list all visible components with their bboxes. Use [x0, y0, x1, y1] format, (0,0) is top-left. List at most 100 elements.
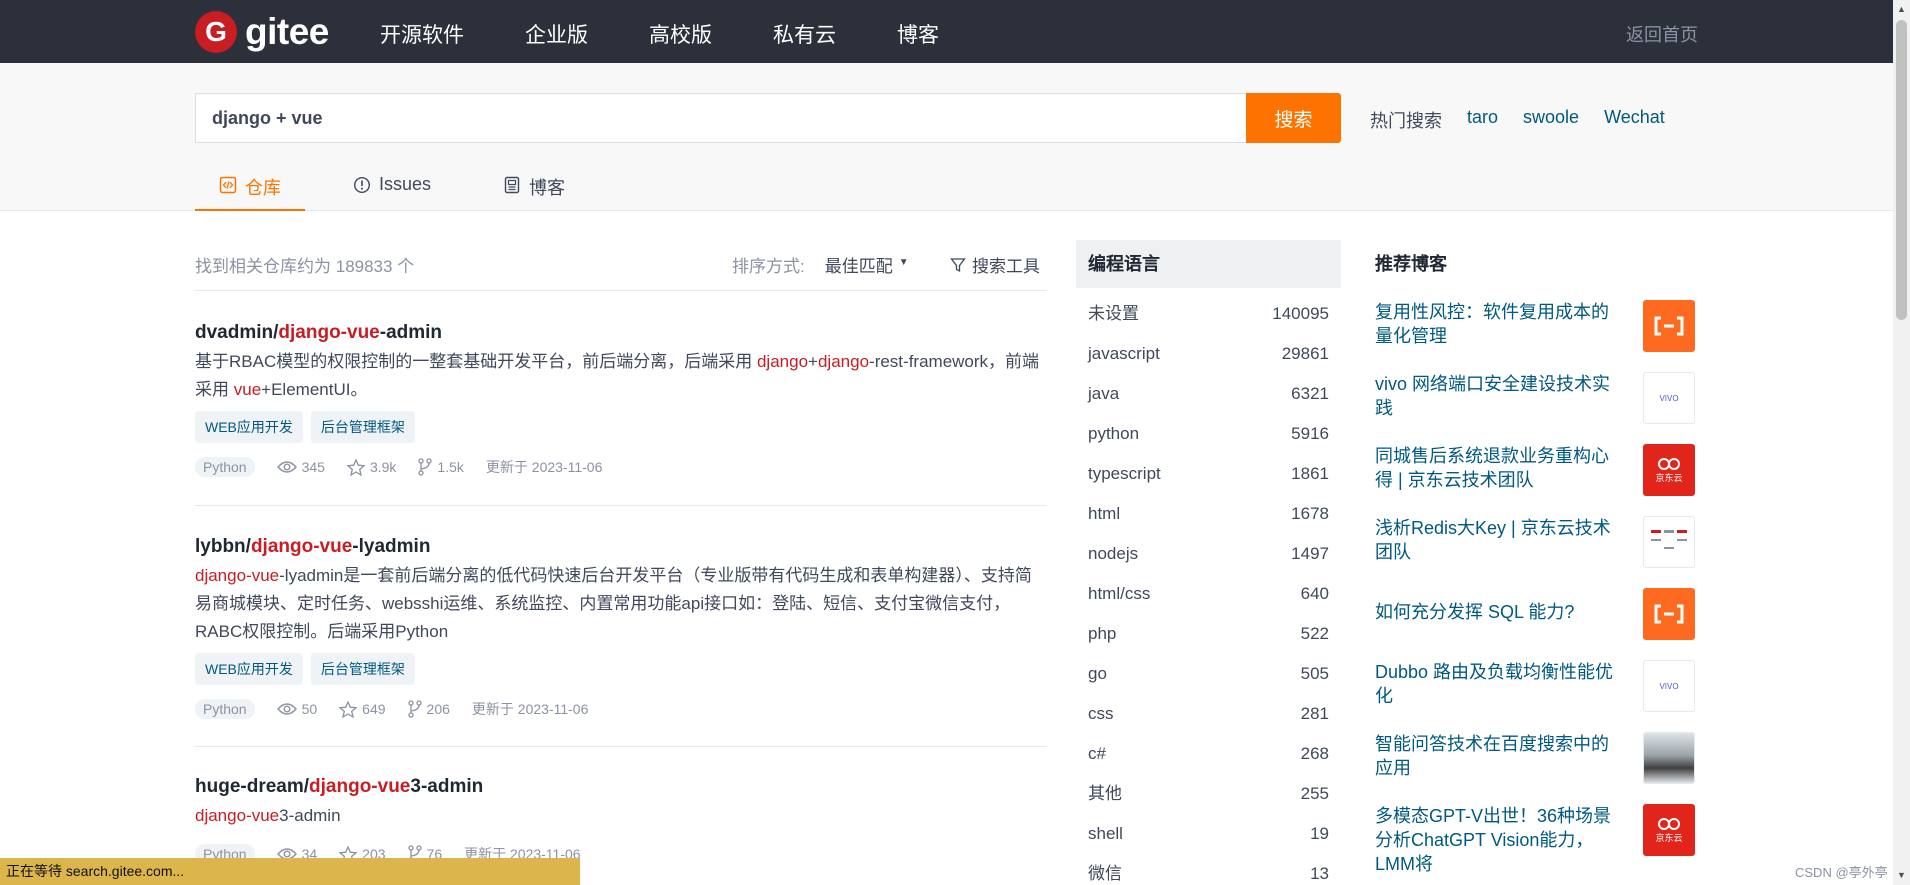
blog-thumbnail[interactable]: VIVO [1643, 660, 1695, 712]
repo-title-link[interactable]: lybbn/django-vue-lyadmin [195, 536, 1047, 560]
scroll-up-icon[interactable]: ▲ [1897, 4, 1906, 14]
scrollbar-thumb[interactable] [1896, 20, 1907, 320]
blog-link[interactable]: vivo 网络端口安全建设技术实践 [1375, 372, 1625, 424]
language-filter-panel: 编程语言 未设置 140095 javascript 29861 java 6321 … [1076, 240, 1341, 885]
star-count: 3.9k [369, 459, 397, 475]
language-filter-item[interactable]: go 505 [1076, 654, 1341, 694]
language-count: 5916 [1291, 424, 1329, 443]
hot-term-taro[interactable]: taro [1467, 107, 1498, 133]
language-filter-item[interactable]: nodejs 1497 [1076, 534, 1341, 574]
blog-link[interactable]: 同城售后系统退款业务重构心得 | 京东云技术团队 [1375, 444, 1625, 496]
sort-control: 排序方式: 最佳匹配 ▼ [732, 252, 909, 277]
blog-thumbnail[interactable]: VIVO [1643, 372, 1695, 424]
blog-link[interactable]: 浅析Redis大Key | 京东云技术团队 [1375, 516, 1625, 568]
desc-text: +ElementUI。 [261, 380, 368, 399]
language-filter-item[interactable]: shell 19 [1076, 814, 1341, 854]
language-filter-item[interactable]: html/css 640 [1076, 574, 1341, 614]
repo-title-link[interactable]: dvadmin/django-vue-admin [195, 322, 1047, 346]
language-filter-item[interactable]: css 281 [1076, 694, 1341, 734]
nav-private-cloud[interactable]: 私有云 [773, 19, 836, 49]
search-input[interactable]: django + vue [195, 93, 1247, 143]
language-name: 微信 [1088, 864, 1122, 883]
search-tools-button[interactable]: 搜索工具 [950, 252, 1040, 277]
repo-language[interactable]: Python [195, 699, 255, 719]
blog-link[interactable]: 多模态GPT-V出世！36种场景分析ChatGPT Vision能力，LMM将 [1375, 804, 1625, 876]
search-button[interactable]: 搜索 [1246, 93, 1341, 143]
tab-repositories[interactable]: 仓库 [195, 170, 305, 211]
blog-thumbnail[interactable]: 京东云 [1643, 444, 1695, 496]
fork-count: 206 [426, 701, 450, 717]
nav-enterprise[interactable]: 企业版 [525, 19, 588, 49]
tab-issues[interactable]: Issues [329, 170, 455, 211]
hot-term-swoole[interactable]: swoole [1523, 107, 1579, 133]
blog-item: 如何充分发挥 SQL 能力? [1375, 588, 1695, 640]
repo-description: django-vue-lyadmin是一套前后端分离的低代码快速后台开发平台（专… [195, 562, 1047, 646]
blog-item: 复用性风控：软件复用成本的量化管理 [1375, 300, 1695, 352]
language-filter-item[interactable]: 微信 13 [1076, 854, 1341, 885]
blog-thumbnail[interactable]: 京东云 [1643, 804, 1695, 856]
star-icon [339, 700, 358, 718]
blog-link[interactable]: Dubbo 路由及负载均衡性能优化 [1375, 660, 1625, 712]
back-home-link[interactable]: 返回首页 [1626, 21, 1698, 47]
bracket-logo-icon [1654, 316, 1684, 336]
csdn-watermark: CSDN @亭外亭 [1795, 865, 1888, 880]
blog-link[interactable]: 如何充分发挥 SQL 能力? [1375, 600, 1625, 640]
gitee-logo-text: gitee [245, 11, 329, 52]
fork-count: 1.5k [437, 459, 464, 475]
blog-link[interactable]: 复用性风控：软件复用成本的量化管理 [1375, 300, 1625, 352]
repo-owner: huge-dream/ [195, 776, 310, 797]
repo-tag[interactable]: 后台管理框架 [310, 411, 415, 443]
code-icon [219, 176, 237, 194]
language-name: 未设置 [1088, 304, 1139, 323]
result-count: 找到相关仓库约为 189833 个 [195, 252, 414, 277]
blog-thumbnail[interactable] [1643, 300, 1695, 352]
gitee-logo-icon: G [195, 11, 237, 53]
scroll-down-icon[interactable]: ▼ [1897, 870, 1906, 880]
language-filter-item[interactable]: typescript 1861 [1076, 454, 1341, 494]
language-filter-item[interactable]: html 1678 [1076, 494, 1341, 534]
language-filter-item[interactable]: 其他 255 [1076, 774, 1341, 814]
browser-status-bar: 正在等待 search.gitee.com... [0, 858, 580, 885]
caret-down-icon[interactable]: ▼ [899, 257, 909, 277]
language-filter-item[interactable]: python 5916 [1076, 414, 1341, 454]
tab-label: Issues [379, 174, 432, 194]
blog-thumbnail[interactable] [1643, 732, 1695, 784]
tab-blogs[interactable]: 博客 [479, 170, 589, 211]
language-count: 6321 [1291, 384, 1329, 403]
blog-item: 多模态GPT-V出世！36种场景分析ChatGPT Vision能力，LMM将 … [1375, 804, 1695, 876]
search-tools-label: 搜索工具 [972, 257, 1040, 276]
language-filter-item[interactable]: javascript 29861 [1076, 334, 1341, 374]
blog-item: vivo 网络端口安全建设技术实践 VIVO [1375, 372, 1695, 424]
nav-education[interactable]: 高校版 [649, 19, 712, 49]
repo-stars: 3.9k [346, 458, 397, 476]
sort-dropdown[interactable]: 最佳匹配 [825, 252, 893, 277]
hot-term-wechat[interactable]: Wechat [1604, 107, 1665, 133]
blog-link[interactable]: 智能问答技术在百度搜索中的应用 [1375, 732, 1625, 784]
language-name: html [1088, 504, 1121, 523]
repo-tag[interactable]: WEB应用开发 [195, 653, 303, 685]
gitee-logo[interactable]: G gitee [195, 10, 329, 54]
nav-blog[interactable]: 博客 [897, 19, 939, 49]
language-filter-item[interactable]: 未设置 140095 [1076, 294, 1341, 334]
result-count-suffix: 个 [397, 257, 415, 276]
language-filter-item[interactable]: php 522 [1076, 614, 1341, 654]
language-count: 1497 [1291, 544, 1329, 563]
hot-search-label: 热门搜索 [1370, 111, 1442, 131]
language-name: 其他 [1088, 784, 1122, 803]
desc-highlight: django [817, 352, 870, 371]
filter-icon [950, 257, 966, 272]
language-count: 19 [1310, 824, 1329, 843]
repo-tag[interactable]: WEB应用开发 [195, 411, 303, 443]
repo-title-link[interactable]: huge-dream/django-vue3-admin [195, 776, 1047, 800]
blog-thumbnail[interactable] [1643, 516, 1695, 568]
repo-tag[interactable]: 后台管理框架 [310, 653, 415, 685]
repo-item: lybbn/django-vue-lyadmin django-vue-lyad… [195, 536, 1047, 719]
language-name: typescript [1088, 464, 1161, 483]
language-panel-heading: 编程语言 [1076, 240, 1341, 288]
repo-language[interactable]: Python [195, 457, 255, 477]
nav-open-source[interactable]: 开源软件 [380, 19, 464, 49]
language-filter-item[interactable]: c# 268 [1076, 734, 1341, 774]
blog-thumbnail[interactable] [1643, 588, 1695, 640]
language-filter-item[interactable]: java 6321 [1076, 374, 1341, 414]
language-count: 505 [1300, 664, 1329, 683]
